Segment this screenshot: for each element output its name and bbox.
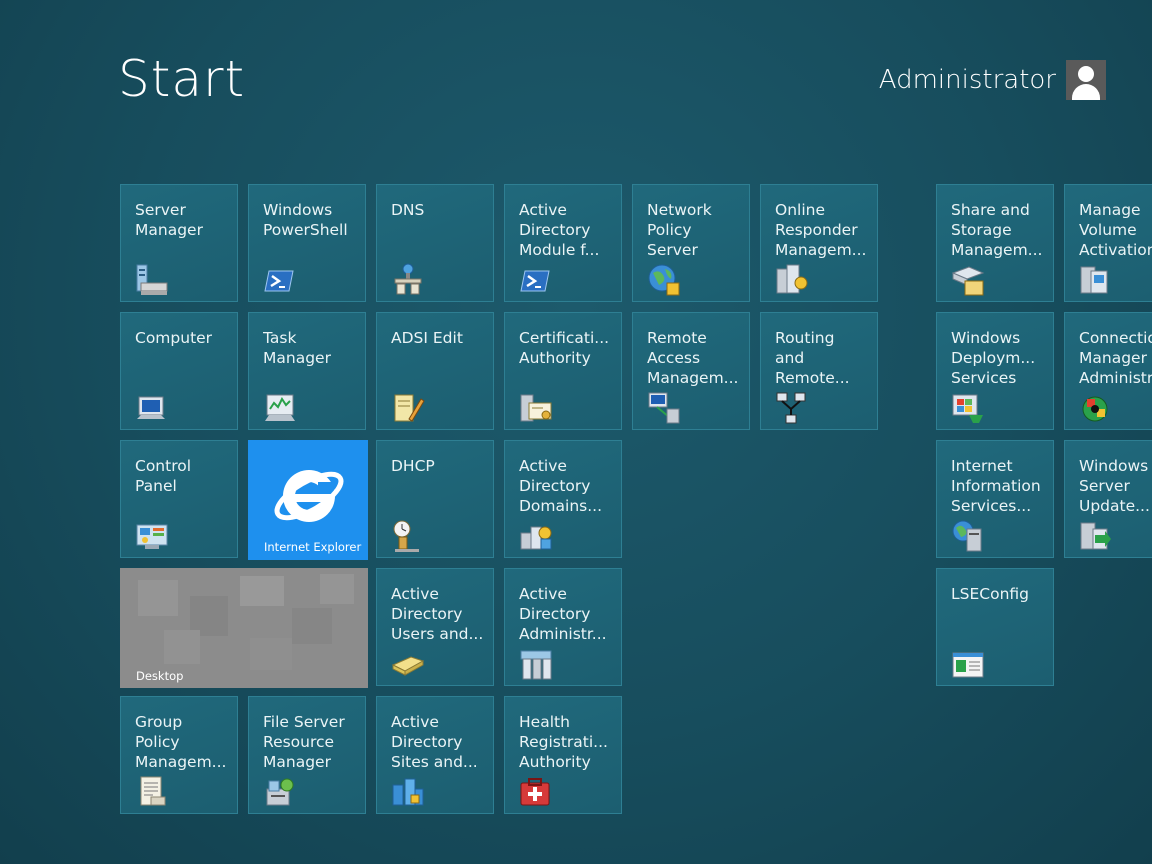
task-manager-icon	[265, 394, 295, 421]
ad-users-icon	[391, 656, 425, 676]
health-registration-icon	[520, 778, 550, 806]
tile-windows-powershell[interactable]: Windows PowerShell	[248, 184, 366, 302]
control-panel-icon	[136, 524, 168, 549]
volume-activation-icon	[1080, 266, 1108, 294]
tile-computer[interactable]: Computer	[120, 312, 238, 430]
powershell-icon	[520, 270, 550, 292]
tile-label: Network Policy Server	[647, 201, 712, 259]
connection-manager-icon	[1082, 396, 1108, 422]
tile-label: Certificati... Authority	[519, 329, 610, 367]
dns-icon	[394, 263, 422, 295]
start-title: Start	[118, 50, 246, 108]
ad-domains-icon	[520, 526, 552, 550]
share-storage-icon	[951, 266, 985, 296]
tile-certification-authority[interactable]: Certificati... Authority	[504, 312, 622, 430]
tile-label: Control Panel	[135, 457, 192, 495]
tile-label: Windows Deploym... Services	[951, 329, 1036, 387]
tile-network-policy-server[interactable]: Network Policy Server	[632, 184, 750, 302]
tile-label: Active Directory Module f...	[519, 201, 600, 259]
ad-admin-icon	[520, 650, 552, 680]
tile-task-manager[interactable]: Task Manager	[248, 312, 366, 430]
tile-label: Health Registrati... Authority	[519, 713, 608, 771]
tile-label: Active Directory Users and...	[391, 585, 484, 643]
tile-label: LSEConfig	[951, 585, 1029, 603]
tile-lseconfig[interactable]: LSEConfig	[936, 568, 1054, 686]
user-avatar[interactable]	[1066, 60, 1106, 100]
wds-icon	[952, 394, 983, 423]
tile-label: File Server Resource Manager	[263, 713, 345, 771]
user-name[interactable]: Administrator	[879, 65, 1056, 95]
group-policy-icon	[140, 776, 166, 806]
tile-label: Computer	[135, 329, 213, 347]
tile-server-manager[interactable]: Server Manager	[120, 184, 238, 302]
ad-sites-icon	[392, 778, 424, 806]
tile-ad-users[interactable]: Active Directory Users and...	[376, 568, 494, 686]
wsus-icon	[1080, 522, 1111, 550]
tile-label: Routing and Remote...	[775, 329, 850, 387]
tile-dhcp[interactable]: DHCP	[376, 440, 494, 558]
tile-ad-admin[interactable]: Active Directory Administr...	[504, 568, 622, 686]
remote-access-icon	[648, 392, 680, 424]
tile-volume-activation[interactable]: Manage Volume Activation...	[1064, 184, 1152, 302]
tile-label: Group Policy Managem...	[135, 713, 227, 771]
server-manager-icon	[136, 264, 168, 295]
powershell-icon	[264, 270, 294, 292]
tile-iis[interactable]: Internet Information Services...	[936, 440, 1054, 558]
tile-group-policy[interactable]: Group Policy Managem...	[120, 696, 238, 814]
dhcp-icon	[393, 520, 419, 552]
tile-ad-sites[interactable]: Active Directory Sites and...	[376, 696, 494, 814]
tile-label: Windows Server Update...	[1079, 457, 1150, 515]
globe-icon	[648, 264, 680, 296]
tile-adsi-edit[interactable]: ADSI Edit	[376, 312, 494, 430]
tile-ad-domains[interactable]: Active Directory Domains...	[504, 440, 622, 558]
computer-icon	[137, 396, 165, 419]
tile-label: Remote Access Managem...	[647, 329, 739, 387]
tile-label: Active Directory Sites and...	[391, 713, 478, 771]
tile-label: Connection Manager Administr...	[1079, 329, 1152, 387]
tile-desktop[interactable]: Desktop	[120, 568, 368, 688]
adsi-edit-icon	[394, 394, 425, 422]
tile-label: Internet Information Services...	[951, 457, 1041, 515]
tile-dns[interactable]: DNS	[376, 184, 494, 302]
tile-remote-access[interactable]: Remote Access Managem...	[632, 312, 750, 430]
iis-icon	[952, 520, 982, 552]
tile-label: Share and Storage Managem...	[951, 201, 1043, 259]
tile-label: Task Manager	[263, 329, 331, 367]
tile-ad-module[interactable]: Active Directory Module f...	[504, 184, 622, 302]
tile-routing-remote[interactable]: Routing and Remote...	[760, 312, 878, 430]
tile-label: Active Directory Domains...	[519, 457, 603, 515]
tile-online-responder[interactable]: Online Responder Managem...	[760, 184, 878, 302]
tile-label: DHCP	[391, 457, 435, 475]
tile-label: Server Manager	[135, 201, 203, 239]
fsrm-icon	[266, 778, 294, 806]
certificate-icon	[520, 394, 552, 422]
tile-internet-explorer[interactable]: Internet Explorer	[248, 440, 368, 560]
tile-share-storage[interactable]: Share and Storage Managem...	[936, 184, 1054, 302]
tile-label: Manage Volume Activation...	[1079, 201, 1152, 259]
tile-label: Active Directory Administr...	[519, 585, 607, 643]
user-account[interactable]: Administrator	[879, 60, 1106, 100]
tile-control-panel[interactable]: Control Panel	[120, 440, 238, 558]
tile-label: ADSI Edit	[391, 329, 463, 347]
tile-wsus[interactable]: Windows Server Update...	[1064, 440, 1152, 558]
tile-wds[interactable]: Windows Deploym... Services	[936, 312, 1054, 430]
tile-label: Internet Explorer	[264, 540, 362, 554]
tile-health-registration[interactable]: Health Registrati... Authority	[504, 696, 622, 814]
online-responder-icon	[776, 264, 808, 294]
tile-connection-manager[interactable]: Connection Manager Administr...	[1064, 312, 1152, 430]
routing-icon	[776, 392, 806, 424]
lseconfig-icon	[952, 652, 984, 678]
tile-label: Online Responder Managem...	[775, 201, 867, 259]
tile-label: Windows PowerShell	[263, 201, 348, 239]
tile-label: Desktop	[136, 669, 184, 683]
tile-file-server-resource-manager[interactable]: File Server Resource Manager	[248, 696, 366, 814]
tile-label: DNS	[391, 201, 425, 219]
